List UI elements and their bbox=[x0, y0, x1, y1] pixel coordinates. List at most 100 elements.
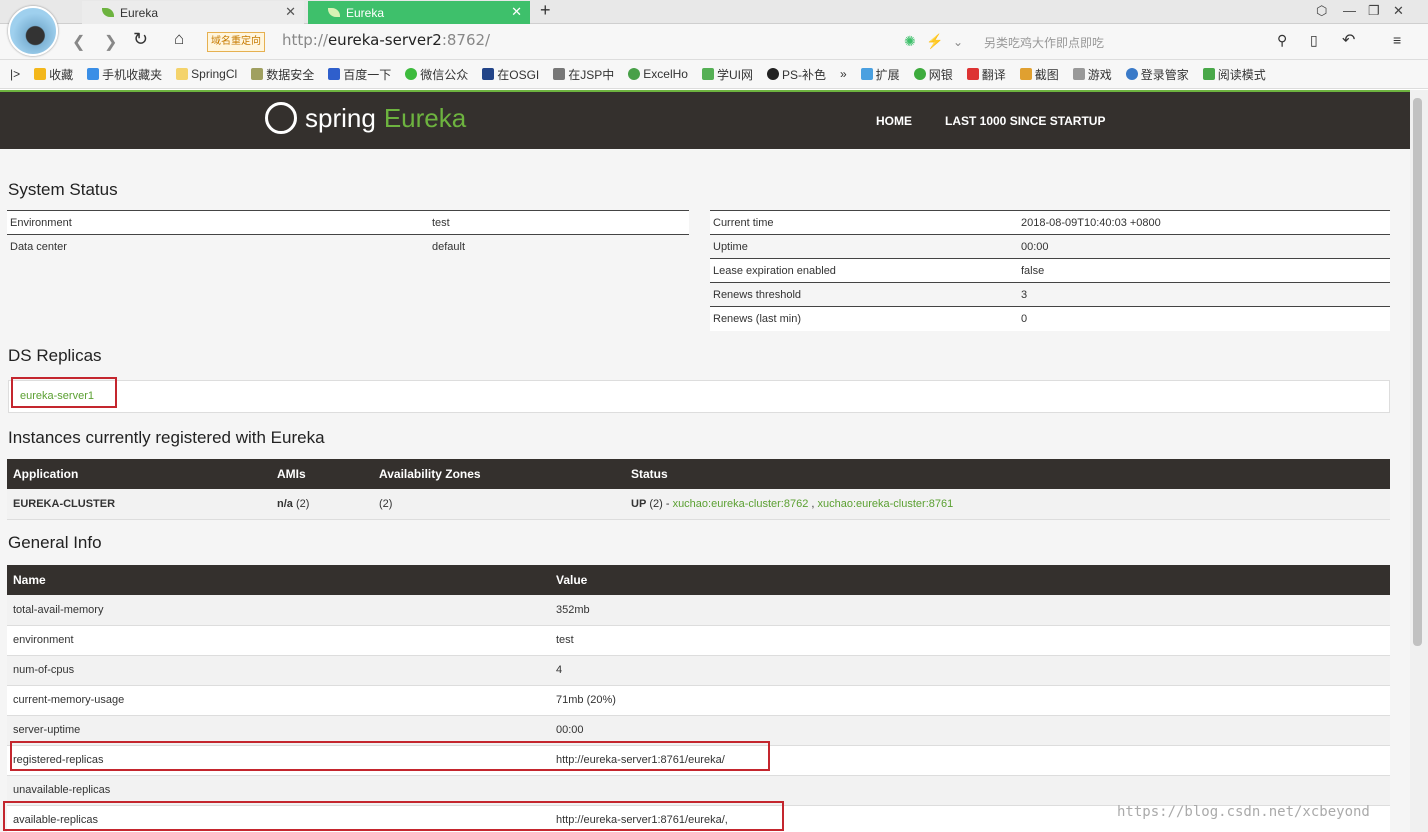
info-key: environment bbox=[7, 625, 550, 656]
sidebar-toggle-icon[interactable]: |> bbox=[10, 67, 20, 81]
skin-icon[interactable]: ⬡ bbox=[1316, 3, 1327, 19]
tab-label: Eureka bbox=[346, 5, 385, 20]
bookmark-label: 数据安全 bbox=[266, 67, 315, 82]
status-key: Uptime bbox=[710, 234, 1018, 259]
bookmark-item[interactable]: SpringCl bbox=[176, 67, 237, 81]
bookmark-item[interactable]: 收藏 bbox=[34, 66, 73, 83]
folder-icon bbox=[176, 68, 189, 80]
bookmark-label: 百度一下 bbox=[343, 67, 392, 82]
instance-link[interactable]: xuchao:eureka-cluster:8762 bbox=[673, 498, 809, 510]
close-window-icon[interactable]: ✕ bbox=[1393, 3, 1404, 19]
instances-table: Application AMIs Availability Zones Stat… bbox=[7, 459, 1390, 520]
table-row: environment test bbox=[7, 625, 1390, 656]
url-input[interactable]: http://eureka-server2:8762/ bbox=[282, 31, 490, 49]
url-host: eureka-server2 bbox=[327, 31, 442, 49]
status-value: 0 bbox=[1018, 306, 1390, 331]
instance-link[interactable]: xuchao:eureka-cluster:8761 bbox=[817, 498, 953, 510]
bookmark-item[interactable]: 在OSGI bbox=[482, 66, 539, 83]
system-status-title: System Status bbox=[8, 180, 118, 199]
system-status-right-table: Current time 2018-08-09T10:40:03 +0800 Up… bbox=[710, 210, 1390, 331]
menu-icon[interactable]: ≡ bbox=[1393, 32, 1401, 48]
ds-replicas-box: eureka-server1 bbox=[8, 380, 1390, 413]
status-value: 2018-08-09T10:40:03 +0800 bbox=[1018, 210, 1390, 235]
bookmark-item[interactable]: 在JSP中 bbox=[553, 66, 614, 83]
column-header: Value bbox=[550, 565, 1390, 595]
bookmark-label: 微信公众 bbox=[420, 67, 469, 82]
bookmark-item[interactable]: PS-补色 bbox=[766, 66, 826, 83]
info-value: 71mb (20%) bbox=[550, 685, 1390, 716]
bookmark-item[interactable]: ExcelHo bbox=[628, 67, 688, 81]
ami-value: n/a bbox=[277, 497, 293, 510]
refresh-icon[interactable]: ↻ bbox=[133, 29, 148, 50]
table-row: Environment test bbox=[7, 210, 689, 235]
bookmark-item[interactable]: 百度一下 bbox=[328, 66, 391, 83]
nav-last-1000[interactable]: LAST 1000 SINCE STARTUP bbox=[945, 114, 1105, 128]
status-key: Data center bbox=[7, 234, 429, 259]
spring-eureka-logo[interactable]: spring Eureka bbox=[265, 102, 466, 134]
bookmark-item[interactable]: 微信公众 bbox=[405, 66, 468, 83]
column-header: AMIs bbox=[271, 459, 373, 489]
scrollbar-thumb[interactable] bbox=[1413, 98, 1422, 646]
table-row: Renews (last min) 0 bbox=[710, 306, 1390, 331]
bookmark-item[interactable]: 网银 bbox=[913, 66, 953, 83]
status-value: false bbox=[1018, 258, 1390, 283]
zones-value: (2) bbox=[373, 489, 625, 520]
user-avatar[interactable] bbox=[8, 6, 58, 56]
bookmark-item[interactable]: 截图 bbox=[1019, 66, 1059, 83]
general-info-table: Name Value total-avail-memory 352mb envir… bbox=[7, 565, 1390, 832]
tab-eureka-1[interactable]: Eureka ✕ bbox=[82, 1, 304, 24]
bookmark-label: 游戏 bbox=[1087, 67, 1112, 82]
close-tab-icon[interactable]: ✕ bbox=[285, 4, 296, 20]
bookmark-item[interactable]: 数据安全 bbox=[251, 66, 314, 83]
bookmark-label: 网银 bbox=[928, 67, 953, 82]
bookmark-item[interactable]: 游戏 bbox=[1072, 66, 1112, 83]
bookmark-item[interactable]: 翻译 bbox=[966, 66, 1006, 83]
url-port: :8762/ bbox=[441, 31, 491, 49]
tab-bar: Eureka ✕ Eureka ✕ + ⬡ — ❐ ✕ bbox=[0, 0, 1428, 24]
new-tab-button[interactable]: + bbox=[540, 0, 551, 21]
highlight-box bbox=[3, 801, 784, 831]
key-icon bbox=[1125, 68, 1138, 80]
restore-icon[interactable]: ❐ bbox=[1368, 3, 1380, 19]
home-icon[interactable]: ⌂ bbox=[174, 29, 184, 49]
speed-mode-icon[interactable]: ⚡ bbox=[926, 33, 943, 50]
bookmark-item[interactable]: 扩展 bbox=[860, 66, 900, 83]
bookmark-item[interactable]: 阅读模式 bbox=[1202, 66, 1266, 83]
table-row: Current time 2018-08-09T10:40:03 +0800 bbox=[710, 210, 1390, 235]
forward-icon[interactable]: ❯ bbox=[104, 32, 117, 52]
column-header: Name bbox=[7, 565, 550, 595]
wechat-icon bbox=[405, 68, 418, 80]
ps-icon bbox=[766, 68, 779, 80]
more-bookmarks-button[interactable]: » bbox=[840, 67, 847, 81]
back-icon[interactable]: ❮ bbox=[72, 32, 85, 52]
bookmark-label: 阅读模式 bbox=[1217, 67, 1266, 82]
ami-count: (2) bbox=[292, 497, 310, 510]
table-row: total-avail-memory 352mb bbox=[7, 595, 1390, 626]
nav-home[interactable]: HOME bbox=[876, 114, 912, 128]
bookmarks-bar: |> 收藏 手机收藏夹 SpringCl 数据安全 百度一下 微信公众 在OSG… bbox=[0, 60, 1428, 89]
search-input[interactable]: 另类吃鸡大作即点即吃 bbox=[984, 34, 1104, 51]
star-icon bbox=[34, 68, 47, 80]
brand-spring: spring bbox=[305, 102, 376, 133]
ds-replicas-title: DS Replicas bbox=[8, 346, 102, 365]
tab-eureka-2-active[interactable]: Eureka ✕ bbox=[308, 1, 530, 24]
table-header-row: Application AMIs Availability Zones Stat… bbox=[7, 459, 1390, 489]
bookmark-item[interactable]: 手机收藏夹 bbox=[87, 66, 162, 83]
status-value: test bbox=[429, 210, 689, 235]
bookmark-label: PS-补色 bbox=[781, 67, 826, 82]
bookmark-item[interactable]: 学UI网 bbox=[701, 66, 753, 83]
site-icon bbox=[553, 68, 566, 80]
table-header-row: Name Value bbox=[7, 565, 1390, 595]
info-key: num-of-cpus bbox=[7, 655, 550, 686]
security-icon[interactable]: ✺ bbox=[904, 33, 916, 50]
info-key: total-avail-memory bbox=[7, 595, 550, 626]
minimize-icon[interactable]: — bbox=[1343, 3, 1356, 18]
bookmark-item[interactable]: 登录管家 bbox=[1125, 66, 1189, 83]
mobile-icon[interactable]: ▯ bbox=[1310, 32, 1318, 49]
eureka-page: spring Eureka HOME LAST 1000 SINCE START… bbox=[0, 90, 1410, 832]
table-row: Lease expiration enabled false bbox=[710, 258, 1390, 283]
search-icon[interactable]: ⚲ bbox=[1277, 32, 1287, 49]
close-tab-icon[interactable]: ✕ bbox=[511, 4, 522, 20]
undo-icon[interactable]: ↶ bbox=[1342, 30, 1355, 50]
chevron-down-icon[interactable]: ⌄ bbox=[953, 35, 963, 49]
